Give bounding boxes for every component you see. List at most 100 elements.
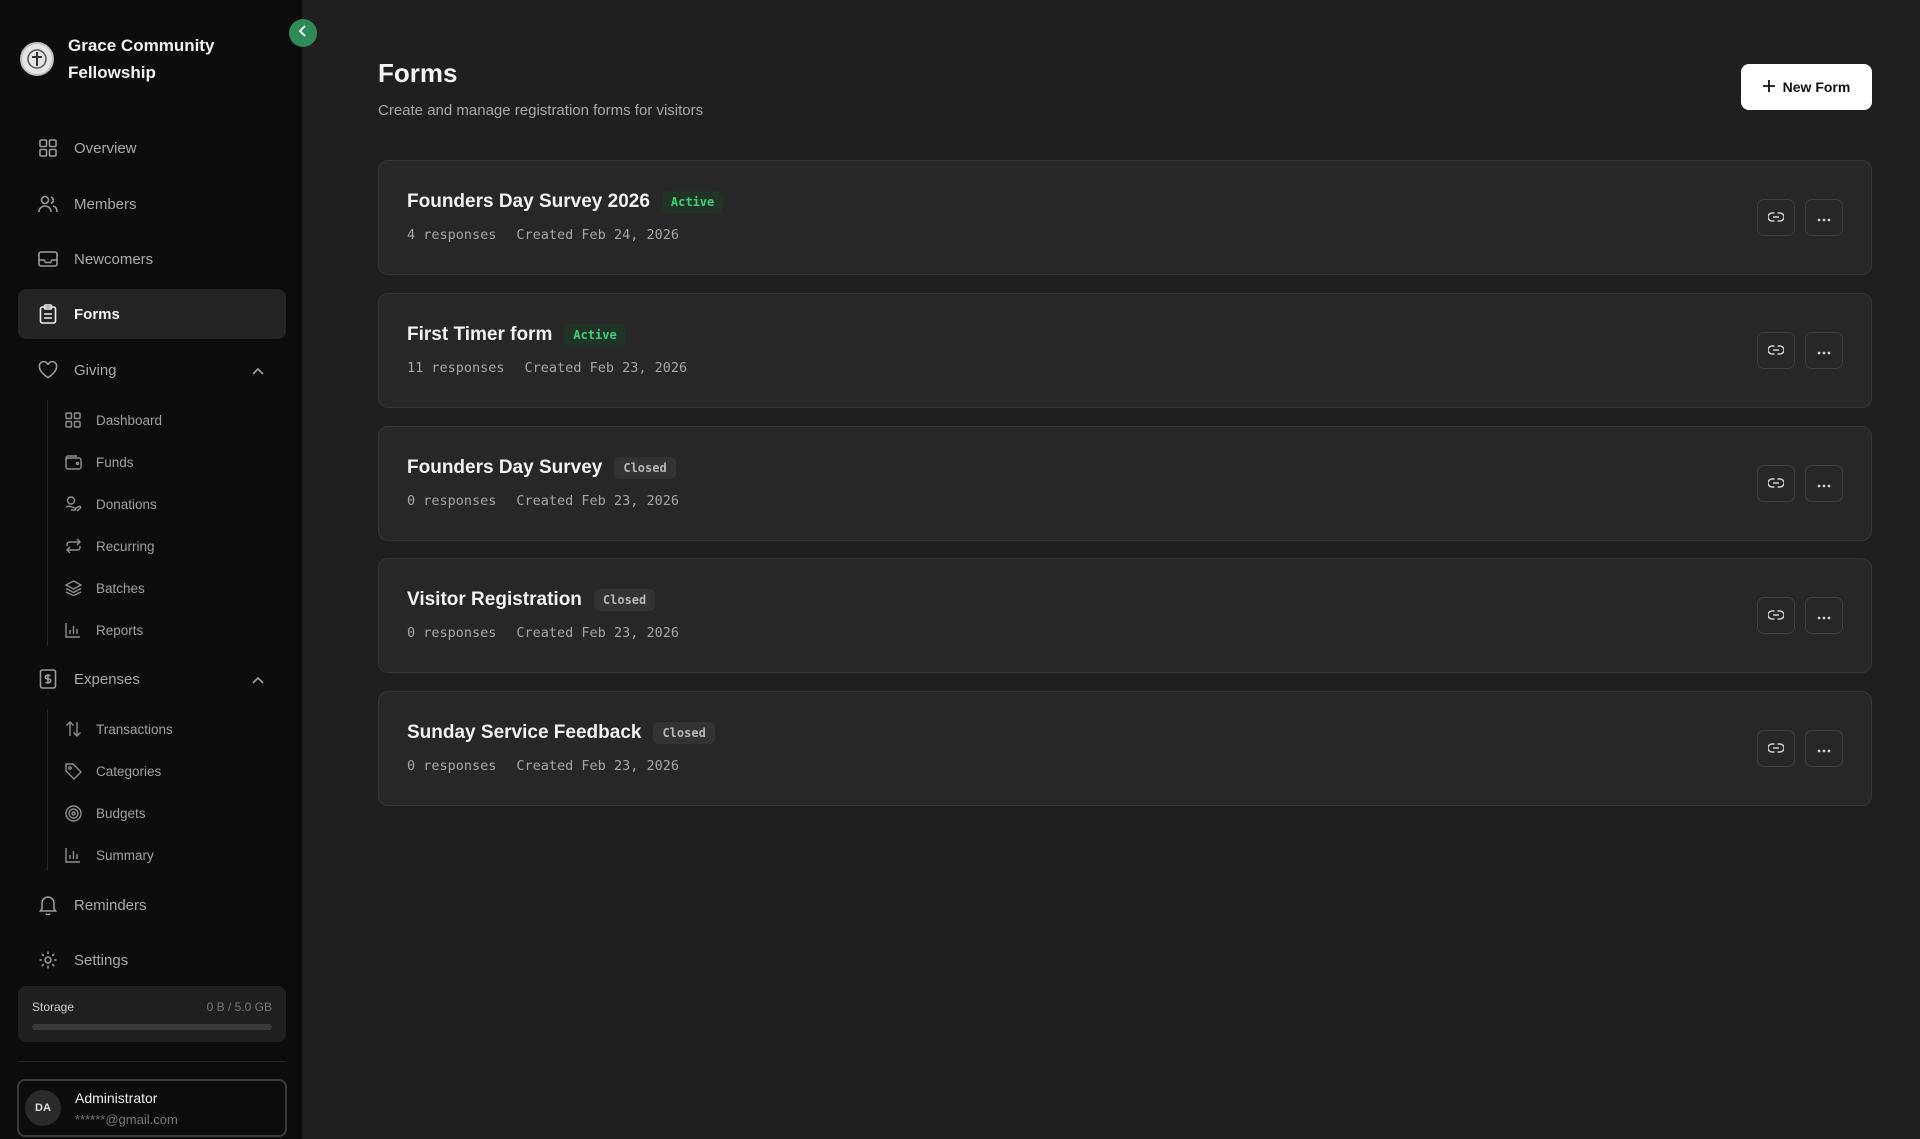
form-card[interactable]: Founders Day Survey Closed 0 responses C…: [378, 426, 1872, 541]
link-icon: [1767, 740, 1785, 758]
form-card[interactable]: Founders Day Survey 2026 Active 4 respon…: [378, 160, 1872, 275]
sidebar-subitem-label: Donations: [96, 496, 157, 512]
form-created: Created Feb 24, 2026: [516, 227, 679, 243]
chevron-up-icon: [252, 671, 264, 688]
grid-icon: [64, 411, 82, 429]
church-logo-icon: [20, 42, 54, 76]
copy-link-button[interactable]: [1757, 465, 1795, 502]
sidebar-item-giving[interactable]: Giving: [18, 345, 286, 395]
copy-link-button[interactable]: [1757, 730, 1795, 767]
form-title: Founders Day Survey: [407, 457, 603, 478]
sidebar-item-label: Giving: [74, 361, 117, 379]
more-options-button[interactable]: [1805, 199, 1843, 236]
sidebar-subitem-label: Reports: [96, 622, 144, 638]
sidebar-item-label: Newcomers: [74, 250, 154, 268]
copy-link-button[interactable]: [1757, 597, 1795, 634]
sidebar-item-overview[interactable]: Overview: [18, 123, 286, 173]
sidebar-item-newcomers[interactable]: Newcomers: [18, 234, 286, 284]
new-form-button[interactable]: New Form: [1741, 64, 1872, 110]
copy-link-button[interactable]: [1757, 332, 1795, 369]
sidebar-subitem-transactions[interactable]: Transactions: [64, 712, 173, 746]
tag-icon: [64, 762, 82, 780]
user-email: ******@gmail.com: [75, 1111, 178, 1127]
sidebar-subitem-donations[interactable]: Donations: [64, 487, 157, 521]
link-icon: [1767, 607, 1785, 625]
brand-name: Grace Community Fellowship: [68, 36, 215, 82]
sidebar-subitem-funds[interactable]: Funds: [64, 445, 134, 479]
page-subtitle: Create and manage registration forms for…: [378, 102, 704, 119]
bell-icon: [38, 895, 58, 915]
link-icon: [1767, 342, 1785, 360]
status-badge: Active: [661, 191, 724, 213]
sidebar-subitem-label: Summary: [96, 847, 154, 863]
form-created: Created Feb 23, 2026: [524, 360, 688, 376]
storage-value: 0 B / 5.0 GB: [206, 1000, 272, 1014]
copy-link-button[interactable]: [1757, 199, 1795, 236]
sidebar-subitem-recurring[interactable]: Recurring: [64, 529, 155, 563]
sidebar-subitem-summary[interactable]: Summary: [64, 838, 154, 872]
form-title: Sunday Service Feedback: [407, 722, 642, 743]
sidebar-subitem-categories[interactable]: Categories: [64, 754, 161, 788]
inbox-icon: [38, 249, 58, 269]
status-badge: Active: [564, 324, 626, 346]
user-menu[interactable]: DA Administrator ******@gmail.com: [17, 1079, 287, 1137]
sidebar-subitem-label: Budgets: [96, 805, 146, 821]
ellipsis-icon: [1817, 475, 1831, 493]
form-card[interactable]: First Timer form Active 11 responses Cre…: [378, 293, 1872, 408]
form-responses: 0 responses: [407, 493, 497, 509]
storage-progress-bar: [32, 1024, 272, 1030]
more-options-button[interactable]: [1805, 597, 1843, 634]
sidebar-subitem-label: Batches: [96, 580, 145, 596]
storage-widget: Storage 0 B / 5.0 GB: [18, 986, 286, 1042]
main-content: Forms Create and manage registration for…: [303, 0, 1920, 1139]
chevron-left-icon: [298, 24, 308, 42]
sidebar-item-label: Settings: [74, 951, 129, 969]
form-created: Created Feb 23, 2026: [516, 625, 679, 641]
wallet-icon: [64, 453, 82, 471]
sidebar-item-expenses[interactable]: Expenses: [18, 654, 286, 704]
sidebar-item-settings[interactable]: Settings: [18, 935, 286, 985]
more-options-button[interactable]: [1805, 730, 1843, 767]
sidebar-subitem-label: Recurring: [96, 538, 155, 554]
bar-chart-icon: [64, 846, 82, 864]
sidebar-subitem-batches[interactable]: Batches: [64, 571, 145, 605]
layers-icon: [64, 579, 82, 597]
ellipsis-icon: [1817, 740, 1831, 758]
arrows-up-down-icon: [64, 720, 82, 738]
users-icon: [38, 194, 58, 214]
sidebar-subitem-reports[interactable]: Reports: [64, 613, 143, 647]
user-name: Administrator: [75, 1089, 158, 1106]
form-responses: 11 responses: [407, 360, 505, 376]
collapse-sidebar-button[interactable]: [289, 19, 317, 47]
sidebar-item-label: Members: [74, 195, 137, 213]
sidebar-item-label: Overview: [74, 139, 137, 157]
brand[interactable]: Grace Community Fellowship: [20, 32, 268, 86]
status-badge: Closed: [593, 589, 656, 611]
more-options-button[interactable]: [1805, 465, 1843, 502]
sidebar-subitem-budgets[interactable]: Budgets: [64, 796, 146, 830]
sidebar-subitem-label: Transactions: [96, 721, 173, 737]
sidebar-item-label: Reminders: [74, 896, 147, 914]
sidebar-item-forms[interactable]: Forms: [18, 289, 286, 339]
sidebar-item-reminders[interactable]: Reminders: [18, 880, 286, 930]
form-card[interactable]: Sunday Service Feedback Closed 0 respons…: [378, 691, 1872, 806]
sidebar-item-members[interactable]: Members: [18, 179, 286, 229]
receipt-icon: [38, 669, 58, 689]
form-title: First Timer form: [407, 324, 553, 345]
more-options-button[interactable]: [1805, 332, 1843, 369]
sidebar-subitem-label: Dashboard: [96, 412, 163, 428]
sidebar-item-label: Forms: [74, 305, 120, 323]
sidebar-subitem-dashboard[interactable]: Dashboard: [64, 403, 162, 437]
grid-icon: [38, 138, 58, 158]
page-title: Forms: [378, 58, 458, 88]
chevron-up-icon: [252, 362, 264, 379]
expenses-submenu-line: [47, 709, 48, 871]
sidebar: Grace Community Fellowship Overview Memb…: [0, 0, 303, 1139]
repeat-icon: [64, 537, 82, 555]
sidebar-item-label: Expenses: [74, 670, 140, 688]
form-title: Founders Day Survey 2026: [407, 191, 650, 212]
form-card[interactable]: Visitor Registration Closed 0 responses …: [378, 558, 1872, 673]
plus-icon: [1762, 79, 1775, 95]
form-title: Visitor Registration: [407, 589, 582, 610]
link-icon: [1767, 209, 1785, 227]
